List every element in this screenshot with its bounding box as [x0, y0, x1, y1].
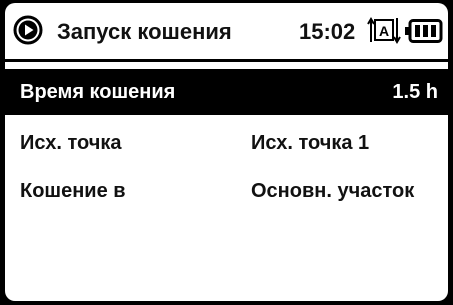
- clock-time: 15:02: [299, 19, 356, 44]
- row-value: Исх. точка 1: [251, 132, 370, 154]
- row-value: 1.5 h: [392, 81, 438, 103]
- row-label: Время кошения: [20, 81, 176, 103]
- menu-row-mowing-time[interactable]: Время кошения 1.5 h: [5, 69, 448, 115]
- svg-text:A: A: [379, 23, 389, 39]
- menu-row-mowing-area[interactable]: Кошение в Основн. участок: [5, 168, 448, 214]
- row-value: Основн. участок: [251, 180, 415, 202]
- device-screen: Запуск кошения 15:02 A Время кошения 1.5…: [5, 3, 448, 301]
- auto-mode-icon: A: [367, 17, 401, 44]
- menu-row-start-point[interactable]: Исх. точка Исх. точка 1: [5, 120, 448, 166]
- battery-full-icon: [405, 19, 443, 43]
- row-label: Исх. точка: [20, 132, 122, 154]
- status-header: Запуск кошения 15:02 A: [5, 3, 448, 62]
- screen-title: Запуск кошения: [57, 19, 232, 44]
- row-label: Кошение в: [20, 180, 126, 202]
- play-circle-icon: [13, 15, 43, 45]
